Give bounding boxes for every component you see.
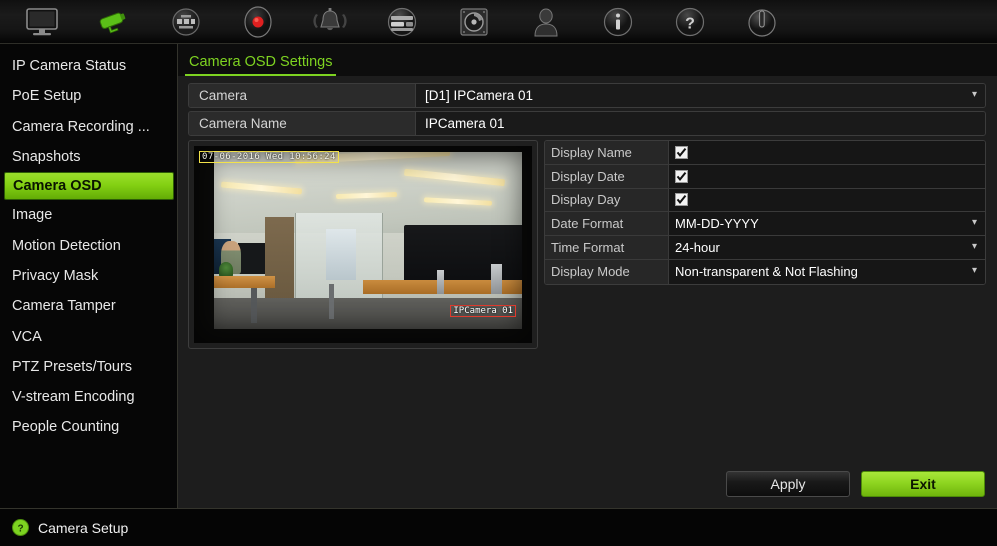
sidebar-item-label: V-stream Encoding bbox=[12, 389, 135, 406]
sidebar-item-label: Privacy Mask bbox=[12, 267, 99, 284]
tab-bar: Camera OSD Settings bbox=[178, 44, 997, 76]
apply-button[interactable]: Apply bbox=[726, 471, 850, 497]
display-name-label: Display Name bbox=[545, 141, 669, 164]
sidebar-item-label: Motion Detection bbox=[12, 237, 121, 254]
power-icon[interactable] bbox=[726, 0, 798, 44]
date-format-dropdown[interactable]: MM-DD-YYYY ▾ bbox=[669, 212, 985, 236]
date-format-value: MM-DD-YYYY bbox=[675, 216, 759, 232]
sidebar-item-label: PoE Setup bbox=[12, 88, 82, 105]
main-toolbar: ? bbox=[0, 0, 997, 44]
chevron-down-icon: ▾ bbox=[971, 216, 977, 228]
sidebar-item-privacy-mask[interactable]: Privacy Mask bbox=[0, 261, 177, 291]
display-mode-dropdown[interactable]: Non-transparent & Not Flashing ▾ bbox=[669, 259, 985, 284]
sidebar-item-camera-tamper[interactable]: Camera Tamper bbox=[0, 291, 177, 321]
osd-editor-area: 07-06-2016 Wed 10:56:24 IPCamera 01 Disp… bbox=[188, 140, 986, 349]
nvr-application-window: ? IP Camera Status PoE Setup Camera Reco… bbox=[0, 0, 997, 546]
date-format-row: Date Format MM-DD-YYYY ▾ bbox=[545, 212, 985, 237]
help-icon[interactable]: ? bbox=[654, 0, 726, 44]
chevron-down-icon: ▾ bbox=[971, 264, 977, 276]
network-icon[interactable] bbox=[150, 0, 222, 44]
camera-name-row: Camera Name IPCamera 01 bbox=[188, 111, 986, 136]
record-icon[interactable] bbox=[222, 0, 294, 44]
monitor-icon[interactable] bbox=[6, 0, 78, 44]
body-container: IP Camera Status PoE Setup Camera Record… bbox=[0, 44, 997, 508]
display-day-checkbox[interactable] bbox=[675, 193, 688, 207]
osd-camera-name-overlay[interactable]: IPCamera 01 bbox=[450, 305, 516, 317]
time-format-row: Time Format 24-hour ▾ bbox=[545, 236, 985, 260]
sidebar-item-people-counting[interactable]: People Counting bbox=[0, 412, 177, 442]
display-day-value bbox=[669, 188, 985, 212]
sidebar-item-camera-osd[interactable]: Camera OSD bbox=[4, 172, 174, 201]
display-day-row: Display Day bbox=[545, 188, 985, 213]
info-icon[interactable] bbox=[582, 0, 654, 44]
osd-preview-container: 07-06-2016 Wed 10:56:24 IPCamera 01 bbox=[188, 140, 538, 349]
time-format-value: 24-hour bbox=[675, 240, 720, 256]
device-icon[interactable] bbox=[366, 0, 438, 44]
chevron-down-icon: ▾ bbox=[971, 88, 977, 100]
sidebar-item-label: Camera OSD bbox=[13, 178, 102, 195]
chevron-down-icon: ▾ bbox=[971, 240, 977, 252]
display-mode-label: Display Mode bbox=[545, 259, 669, 284]
display-mode-value: Non-transparent & Not Flashing bbox=[675, 264, 858, 280]
sidebar-item-camera-recording[interactable]: Camera Recording ... bbox=[0, 112, 177, 142]
alarm-icon[interactable] bbox=[294, 0, 366, 44]
display-date-label: Display Date bbox=[545, 164, 669, 188]
action-buttons: Apply Exit bbox=[726, 471, 985, 497]
time-format-dropdown[interactable]: 24-hour ▾ bbox=[669, 236, 985, 259]
sidebar-item-poe-setup[interactable]: PoE Setup bbox=[0, 81, 177, 111]
display-date-checkbox[interactable] bbox=[675, 169, 688, 183]
camera-name-input[interactable]: IPCamera 01 bbox=[416, 112, 985, 135]
hdd-icon[interactable] bbox=[438, 0, 510, 44]
sidebar-item-motion-detection[interactable]: Motion Detection bbox=[0, 230, 177, 260]
camera-select-dropdown[interactable]: [D1] IPCamera 01 ▾ bbox=[416, 84, 985, 107]
camera-name-label: Camera Name bbox=[189, 112, 416, 135]
svg-text:?: ? bbox=[685, 15, 695, 32]
display-date-value bbox=[669, 164, 985, 188]
sidebar-item-label: Camera Tamper bbox=[12, 298, 116, 315]
display-mode-row: Display Mode Non-transparent & Not Flash… bbox=[545, 259, 985, 284]
camera-select-value: [D1] IPCamera 01 bbox=[425, 88, 534, 103]
camera-select-row: Camera [D1] IPCamera 01 ▾ bbox=[188, 83, 986, 108]
sidebar-item-ip-camera-status[interactable]: IP Camera Status bbox=[0, 51, 177, 81]
display-date-row: Display Date bbox=[545, 164, 985, 189]
camera-name-value: IPCamera 01 bbox=[425, 116, 505, 131]
sidebar-item-label: Camera Recording ... bbox=[12, 118, 150, 135]
display-day-label: Display Day bbox=[545, 188, 669, 212]
display-name-value bbox=[669, 141, 985, 164]
osd-settings-table: Display Name Display Date Display Day Da… bbox=[544, 140, 986, 285]
status-bar-text: Camera Setup bbox=[38, 519, 129, 536]
exit-button[interactable]: Exit bbox=[861, 471, 985, 497]
user-icon[interactable] bbox=[510, 0, 582, 44]
osd-preview[interactable]: 07-06-2016 Wed 10:56:24 IPCamera 01 bbox=[194, 146, 532, 343]
main-panel: Camera OSD Settings Camera [D1] IPCamera… bbox=[178, 44, 997, 508]
osd-timestamp-overlay[interactable]: 07-06-2016 Wed 10:56:24 bbox=[199, 151, 339, 163]
tab-camera-osd-settings[interactable]: Camera OSD Settings bbox=[185, 54, 337, 76]
sidebar-item-image[interactable]: Image bbox=[0, 200, 177, 230]
content-area: Camera [D1] IPCamera 01 ▾ Camera Name IP… bbox=[178, 76, 997, 508]
sidebar-item-ptz-presets-tours[interactable]: PTZ Presets/Tours bbox=[0, 352, 177, 382]
help-circle-icon[interactable]: ? bbox=[12, 519, 29, 536]
sidebar-item-label: PTZ Presets/Tours bbox=[12, 358, 133, 375]
sidebar-item-label: Snapshots bbox=[12, 149, 81, 166]
camera-icon[interactable] bbox=[78, 0, 150, 44]
sidebar-item-label: People Counting bbox=[12, 419, 120, 436]
display-name-row: Display Name bbox=[545, 141, 985, 165]
sidebar-item-label: Image bbox=[12, 207, 53, 224]
time-format-label: Time Format bbox=[545, 236, 669, 259]
camera-select-label: Camera bbox=[189, 84, 416, 107]
sidebar-item-label: VCA bbox=[12, 328, 42, 345]
status-bar: ? Camera Setup bbox=[0, 508, 997, 546]
sidebar-item-v-stream-encoding[interactable]: V-stream Encoding bbox=[0, 382, 177, 412]
sidebar-item-snapshots[interactable]: Snapshots bbox=[0, 142, 177, 172]
sidebar-menu: IP Camera Status PoE Setup Camera Record… bbox=[0, 44, 178, 508]
sidebar-item-vca[interactable]: VCA bbox=[0, 321, 177, 351]
sidebar-item-label: IP Camera Status bbox=[12, 58, 127, 75]
date-format-label: Date Format bbox=[545, 212, 669, 236]
svg-text:?: ? bbox=[17, 524, 23, 535]
display-name-checkbox[interactable] bbox=[675, 145, 688, 159]
